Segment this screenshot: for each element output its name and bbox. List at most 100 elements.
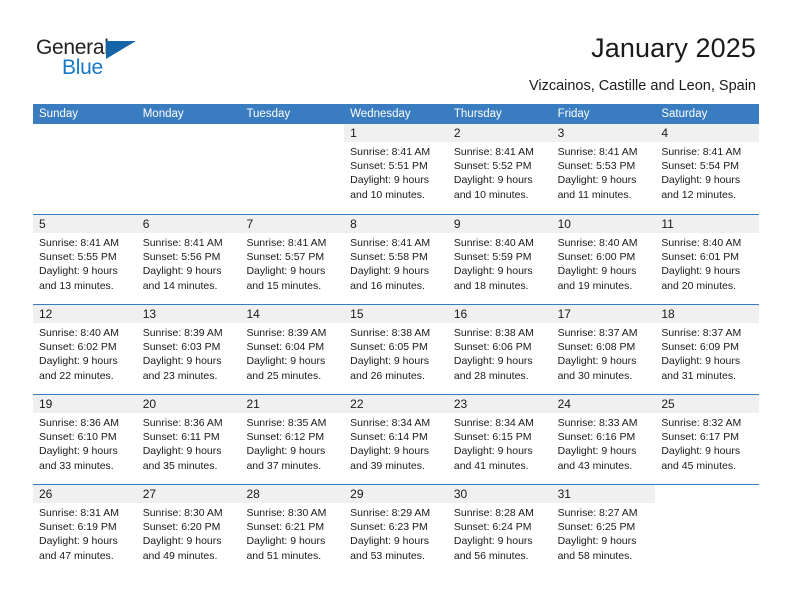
day-details: Sunrise: 8:38 AM Sunset: 6:06 PM Daylight:… xyxy=(448,323,552,383)
sunset-text: Sunset: 6:20 PM xyxy=(142,521,221,534)
sunrise-text: Sunrise: 8:30 AM xyxy=(246,507,327,519)
daylight-text-line2: and 23 minutes. xyxy=(142,369,218,382)
calendar-day-cell[interactable]: 18 Sunrise: 8:37 AM Sunset: 6:09 PM Dayligh… xyxy=(655,305,760,394)
calendar-day-cell[interactable]: 31 Sunrise: 8:27 AM Sunset: 6:25 PM Dayligh… xyxy=(551,485,656,574)
daylight-text-line2: and 16 minutes. xyxy=(350,279,425,292)
day-number: 24 xyxy=(557,397,571,411)
day-details: Sunrise: 8:34 AM Sunset: 6:15 PM Daylight:… xyxy=(448,413,552,473)
calendar-day-cell[interactable]: 28 Sunrise: 8:30 AM Sunset: 6:21 PM Dayligh… xyxy=(240,485,345,574)
sunrise-text: Sunrise: 8:32 AM xyxy=(661,417,742,429)
calendar-day-cell[interactable]: 4 Sunrise: 8:41 AM Sunset: 5:54 PM Daylight… xyxy=(655,124,760,214)
sunrise-text: Sunrise: 8:37 AM xyxy=(661,327,742,339)
calendar-day-cell[interactable]: 3 Sunrise: 8:41 AM Sunset: 5:53 PM Daylight… xyxy=(551,124,656,214)
calendar-day-cell[interactable]: 9 Sunrise: 8:40 AM Sunset: 5:59 PM Daylight… xyxy=(447,215,552,304)
day-number-strip: 20 xyxy=(136,395,241,413)
calendar-day-cell[interactable]: 16 Sunrise: 8:38 AM Sunset: 6:06 PM Dayligh… xyxy=(447,305,552,394)
calendar-day-cell[interactable]: 8 Sunrise: 8:41 AM Sunset: 5:58 PM Daylight… xyxy=(344,215,448,304)
sunrise-text: Sunrise: 8:33 AM xyxy=(557,417,638,429)
calendar-day-cell[interactable]: 22 Sunrise: 8:34 AM Sunset: 6:14 PM Dayligh… xyxy=(344,395,448,484)
day-number-strip: 14 xyxy=(240,305,345,323)
day-details: Sunrise: 8:41 AM Sunset: 5:58 PM Daylight:… xyxy=(344,233,448,293)
day-number: 19 xyxy=(39,397,53,411)
calendar-day-cell[interactable]: 21 Sunrise: 8:35 AM Sunset: 6:12 PM Dayligh… xyxy=(240,395,345,484)
sunset-text: Sunset: 5:56 PM xyxy=(142,251,221,264)
weekday-header-sunday: Sunday xyxy=(39,108,79,120)
daylight-text-line1: Daylight: 9 hours xyxy=(350,535,429,548)
daylight-text-line2: and 37 minutes. xyxy=(246,459,322,472)
day-number: 17 xyxy=(557,307,571,321)
day-details: Sunrise: 8:40 AM Sunset: 6:02 PM Daylight:… xyxy=(33,323,137,383)
day-number-strip: 1 xyxy=(344,124,448,142)
calendar-day-cell[interactable]: 30 Sunrise: 8:28 AM Sunset: 6:24 PM Dayligh… xyxy=(447,485,552,574)
day-number-strip: 9 xyxy=(447,215,552,233)
calendar-day-cell[interactable]: 26 Sunrise: 8:31 AM Sunset: 6:19 PM Dayligh… xyxy=(33,485,137,574)
daylight-text-line2: and 10 minutes. xyxy=(350,188,425,201)
calendar-day-cell[interactable]: 23 Sunrise: 8:34 AM Sunset: 6:15 PM Dayligh… xyxy=(447,395,552,484)
day-number: 29 xyxy=(350,487,364,501)
day-number-strip: 30 xyxy=(447,485,552,503)
sunset-text: Sunset: 6:19 PM xyxy=(39,521,117,534)
weekday-header-thursday: Thursday xyxy=(453,108,502,120)
daylight-text-line1: Daylight: 9 hours xyxy=(142,445,222,458)
sunset-text: Sunset: 6:01 PM xyxy=(661,251,739,264)
calendar-day-cell[interactable]: 6 Sunrise: 8:41 AM Sunset: 5:56 PM Daylight… xyxy=(136,215,241,304)
sunset-text: Sunset: 6:09 PM xyxy=(661,341,739,354)
calendar-day-cell[interactable]: 25 Sunrise: 8:32 AM Sunset: 6:17 PM Dayligh… xyxy=(655,395,760,484)
day-details: Sunrise: 8:37 AM Sunset: 6:08 PM Daylight:… xyxy=(552,323,656,383)
sunset-text: Sunset: 6:11 PM xyxy=(142,431,220,444)
daylight-text-line1: Daylight: 9 hours xyxy=(39,445,118,458)
day-number-strip xyxy=(240,124,344,142)
daylight-text-line1: Daylight: 9 hours xyxy=(246,265,326,278)
daylight-text-line2: and 35 minutes. xyxy=(142,459,218,472)
day-number: 30 xyxy=(453,487,468,501)
sunrise-text: Sunrise: 8:41 AM xyxy=(350,146,431,158)
weekday-header-row: Sunday Monday Tuesday Wednesday Thursday Frid… xyxy=(33,104,759,124)
calendar-day-cell[interactable]: 2 Sunrise: 8:41 AM Sunset: 5:52 PM Daylight… xyxy=(447,124,552,214)
day-number: 11 xyxy=(661,217,674,231)
day-number-strip: 19 xyxy=(33,395,137,413)
calendar-day-cell[interactable]: 1 Sunrise: 8:41 AM Sunset: 5:51 PM Daylight… xyxy=(344,124,448,214)
day-details: Sunrise: 8:41 AM Sunset: 5:54 PM Daylight:… xyxy=(655,142,759,202)
calendar-day-cell[interactable]: 7 Sunrise: 8:41 AM Sunset: 5:57 PM Daylight… xyxy=(240,215,345,304)
calendar-weeks: 1 Sunrise: 8:41 AM Sunset: 5:51 PM Daylight… xyxy=(33,124,760,574)
daylight-text-line2: and 45 minutes. xyxy=(661,459,737,472)
daylight-text-line2: and 47 minutes. xyxy=(39,549,114,562)
calendar-day-cell[interactable]: 20 Sunrise: 8:36 AM Sunset: 6:11 PM Dayligh… xyxy=(136,395,241,484)
day-number: 1 xyxy=(350,126,357,140)
calendar-day-cell-empty xyxy=(240,124,344,214)
general-blue-logo[interactable]: General Blue xyxy=(36,36,156,82)
weekday-header-tuesday: Tuesday xyxy=(246,108,291,120)
calendar-day-cell[interactable]: 19 Sunrise: 8:36 AM Sunset: 6:10 PM Dayligh… xyxy=(33,395,137,484)
day-details: Sunrise: 8:28 AM Sunset: 6:24 PM Daylight:… xyxy=(448,503,552,563)
calendar-day-cell[interactable]: 12 Sunrise: 8:40 AM Sunset: 6:02 PM Dayligh… xyxy=(33,305,137,394)
calendar-day-cell[interactable]: 14 Sunrise: 8:39 AM Sunset: 6:04 PM Dayligh… xyxy=(240,305,345,394)
daylight-text-line2: and 15 minutes. xyxy=(246,279,322,292)
calendar-day-cell[interactable]: 11 Sunrise: 8:40 AM Sunset: 6:01 PM Dayligh… xyxy=(655,215,760,304)
calendar-day-cell[interactable]: 13 Sunrise: 8:39 AM Sunset: 6:03 PM Dayligh… xyxy=(136,305,241,394)
weekday-header-monday: Monday xyxy=(142,108,184,120)
calendar-day-cell[interactable]: 29 Sunrise: 8:29 AM Sunset: 6:23 PM Dayligh… xyxy=(344,485,448,574)
page-subtitle: Vizcainos, Castille and Leon, Spain xyxy=(528,78,756,94)
calendar-day-cell[interactable]: 5 Sunrise: 8:41 AM Sunset: 5:55 PM Daylight… xyxy=(33,215,137,304)
daylight-text-line2: and 53 minutes. xyxy=(350,549,425,562)
calendar-day-cell[interactable]: 27 Sunrise: 8:30 AM Sunset: 6:20 PM Dayligh… xyxy=(136,485,241,574)
logo-text-blue: Blue xyxy=(62,56,103,79)
day-details: Sunrise: 8:40 AM Sunset: 6:00 PM Daylight:… xyxy=(552,233,656,293)
day-number: 18 xyxy=(661,307,675,321)
calendar-day-cell[interactable]: 24 Sunrise: 8:33 AM Sunset: 6:16 PM Dayligh… xyxy=(551,395,656,484)
day-number-strip: 5 xyxy=(33,215,137,233)
day-number-strip xyxy=(137,124,241,142)
day-number-strip: 26 xyxy=(33,485,137,503)
daylight-text-line2: and 10 minutes. xyxy=(453,188,529,201)
calendar-day-cell[interactable]: 15 Sunrise: 8:38 AM Sunset: 6:05 PM Dayligh… xyxy=(344,305,448,394)
weekday-header-wednesday: Wednesday xyxy=(350,108,411,120)
day-number: 21 xyxy=(246,397,260,411)
calendar-day-cell[interactable]: 17 Sunrise: 8:37 AM Sunset: 6:08 PM Dayligh… xyxy=(551,305,656,394)
day-details: Sunrise: 8:37 AM Sunset: 6:09 PM Daylight:… xyxy=(655,323,759,383)
day-details: Sunrise: 8:41 AM Sunset: 5:57 PM Daylight:… xyxy=(240,233,344,293)
daylight-text-line2: and 33 minutes. xyxy=(39,459,114,472)
sunset-text: Sunset: 6:15 PM xyxy=(453,431,532,444)
calendar-day-cell[interactable]: 10 Sunrise: 8:40 AM Sunset: 6:00 PM Dayligh… xyxy=(551,215,656,304)
day-number: 7 xyxy=(246,217,254,231)
daylight-text-line2: and 58 minutes. xyxy=(557,549,633,562)
